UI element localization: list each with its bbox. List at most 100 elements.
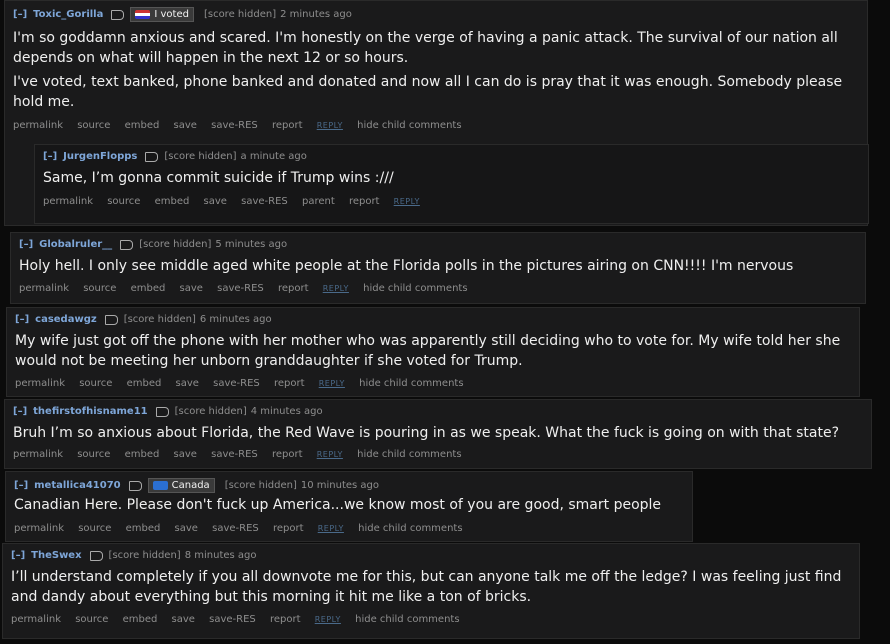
hide-child-comments-link[interactable]: hide child comments [359, 378, 463, 389]
timestamp: 10 minutes ago [300, 480, 379, 491]
source-link[interactable]: source [83, 283, 116, 294]
author-link[interactable]: Toxic_Gorilla [33, 9, 103, 20]
reply-link[interactable]: REPLY [394, 197, 420, 206]
report-link[interactable]: report [273, 523, 304, 534]
comment-theswex: [–] TheSwex [score hidden] 8 minutes ago… [2, 543, 860, 639]
embed-link[interactable]: embed [123, 614, 158, 625]
collapse-toggle[interactable]: [–] [13, 9, 27, 20]
parent-link[interactable]: parent [302, 196, 335, 207]
save-res-link[interactable]: save-RES [209, 614, 256, 625]
source-link[interactable]: source [79, 378, 112, 389]
reply-link[interactable]: REPLY [318, 524, 344, 533]
tag-icon[interactable] [128, 480, 142, 491]
comment-actions: permalink source embed save save-RES rep… [13, 449, 473, 460]
author-link[interactable]: casedawgz [35, 314, 97, 325]
tag-icon[interactable] [111, 9, 125, 20]
author-link[interactable]: JurgenFlopps [63, 151, 137, 162]
comment-toxic-gorilla: [–] Toxic_Gorilla I voted [score hidden]… [4, 0, 869, 226]
comment-actions: permalink source embed save save-RES rep… [14, 523, 474, 534]
source-link[interactable]: source [78, 523, 111, 534]
reply-link[interactable]: REPLY [323, 284, 349, 293]
save-res-link[interactable]: save-RES [212, 523, 259, 534]
source-link[interactable]: source [75, 614, 108, 625]
permalink-link[interactable]: permalink [13, 120, 63, 131]
permalink-link[interactable]: permalink [13, 449, 63, 460]
source-link[interactable]: source [107, 196, 140, 207]
comment-thefirstofhisname11: [–] thefirstofhisname11 [score hidden] 4… [4, 399, 872, 469]
comment-actions: permalink source embed save save-RES rep… [13, 120, 473, 131]
source-link[interactable]: source [77, 120, 110, 131]
report-link[interactable]: report [272, 120, 303, 131]
report-link[interactable]: report [270, 614, 301, 625]
permalink-link[interactable]: permalink [14, 523, 64, 534]
save-link[interactable]: save [180, 283, 203, 294]
source-link[interactable]: source [77, 449, 110, 460]
us-flag-icon [135, 10, 151, 19]
hide-child-comments-link[interactable]: hide child comments [358, 523, 462, 534]
tag-icon[interactable] [155, 406, 169, 417]
author-link[interactable]: metallica41070 [34, 480, 120, 491]
save-res-link[interactable]: save-RES [217, 283, 264, 294]
reply-link[interactable]: REPLY [317, 450, 343, 459]
embed-link[interactable]: embed [125, 120, 160, 131]
save-link[interactable]: save [204, 196, 227, 207]
save-res-link[interactable]: save-RES [211, 449, 258, 460]
save-link[interactable]: save [175, 523, 198, 534]
report-link[interactable]: report [274, 378, 305, 389]
comment-header: [–] JurgenFlopps [score hidden] a minute… [43, 151, 311, 162]
author-link[interactable]: thefirstofhisname11 [33, 406, 147, 417]
comment-globalruler: [–] Globalruler__ [score hidden] 5 minut… [10, 232, 866, 304]
save-res-link[interactable]: save-RES [211, 120, 258, 131]
collapse-toggle[interactable]: [–] [14, 480, 28, 491]
save-link[interactable]: save [174, 449, 197, 460]
collapse-toggle[interactable]: [–] [11, 550, 25, 561]
collapse-toggle[interactable]: [–] [15, 314, 29, 325]
flair-text: I voted [154, 9, 189, 20]
embed-link[interactable]: embed [127, 378, 162, 389]
permalink-link[interactable]: permalink [11, 614, 61, 625]
embed-link[interactable]: embed [155, 196, 190, 207]
score: [score hidden] [224, 480, 297, 491]
comment-actions: permalink source embed save save-RES rep… [15, 378, 475, 389]
save-res-link[interactable]: save-RES [241, 196, 288, 207]
save-link[interactable]: save [176, 378, 199, 389]
comment-paragraph: Same, I’m gonna commit suicide if Trump … [43, 170, 394, 186]
hide-child-comments-link[interactable]: hide child comments [357, 120, 461, 131]
comment-paragraph: I’ll understand completely if you all do… [11, 569, 842, 605]
hide-child-comments-link[interactable]: hide child comments [357, 449, 461, 460]
tag-icon[interactable] [120, 239, 134, 250]
comment-body: Bruh I’m so anxious about Florida, the R… [13, 423, 861, 447]
reply-link[interactable]: REPLY [319, 379, 345, 388]
report-link[interactable]: report [278, 283, 309, 294]
hide-child-comments-link[interactable]: hide child comments [355, 614, 459, 625]
timestamp: 2 minutes ago [280, 9, 352, 20]
score: [score hidden] [108, 550, 181, 561]
author-link[interactable]: TheSwex [31, 550, 81, 561]
save-res-link[interactable]: save-RES [213, 378, 260, 389]
save-link[interactable]: save [174, 120, 197, 131]
reply-link[interactable]: REPLY [315, 615, 341, 624]
score: [score hidden] [139, 239, 212, 250]
collapse-toggle[interactable]: [–] [43, 151, 57, 162]
embed-link[interactable]: embed [125, 449, 160, 460]
permalink-link[interactable]: permalink [15, 378, 65, 389]
embed-link[interactable]: embed [126, 523, 161, 534]
comment-paragraph: Bruh I’m so anxious about Florida, the R… [13, 425, 840, 441]
save-link[interactable]: save [172, 614, 195, 625]
permalink-link[interactable]: permalink [19, 283, 69, 294]
comment-paragraph: I've voted, text banked, phone banked an… [13, 74, 843, 110]
reply-link[interactable]: REPLY [317, 121, 343, 130]
permalink-link[interactable]: permalink [43, 196, 93, 207]
report-link[interactable]: report [272, 449, 303, 460]
collapse-toggle[interactable]: [–] [13, 406, 27, 417]
tag-icon[interactable] [89, 550, 103, 561]
report-link[interactable]: report [349, 196, 380, 207]
comment-header: [–] metallica41070 Canada [score hidden]… [14, 478, 383, 493]
hide-child-comments-link[interactable]: hide child comments [363, 283, 467, 294]
collapse-toggle[interactable]: [–] [19, 239, 33, 250]
author-link[interactable]: Globalruler__ [39, 239, 112, 250]
tag-icon[interactable] [104, 314, 118, 325]
embed-link[interactable]: embed [131, 283, 166, 294]
tag-icon[interactable] [145, 151, 159, 162]
comment-header: [–] Toxic_Gorilla I voted [score hidden]… [13, 7, 356, 22]
